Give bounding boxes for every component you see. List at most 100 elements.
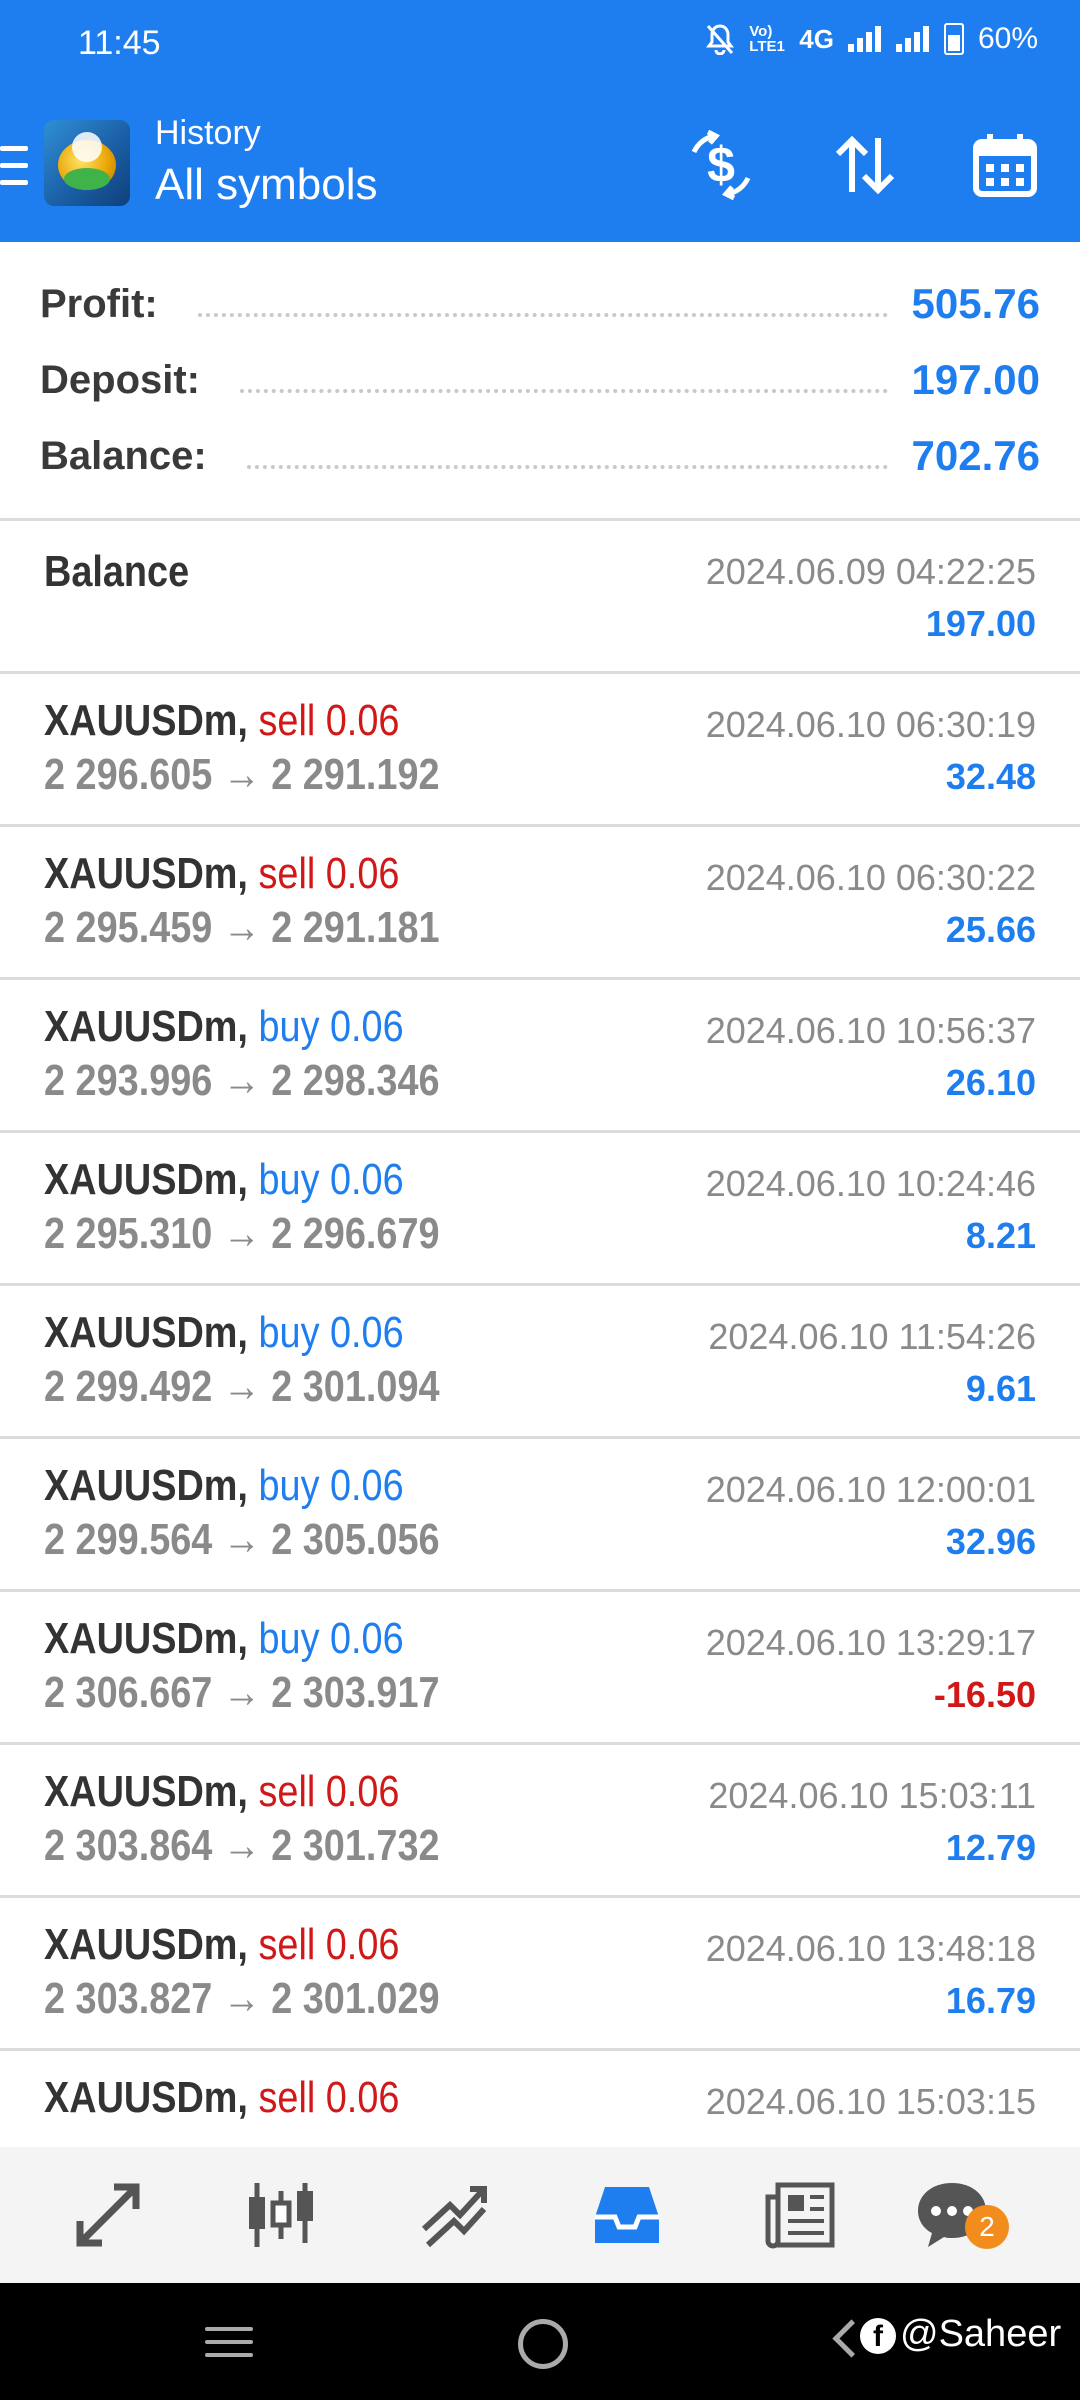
trade-row[interactable]: XAUUSDm, buy 0.06 2 295.310 → 2 296.679 … bbox=[0, 1133, 1080, 1286]
trade-symbol: XAUUSDm, bbox=[44, 2073, 248, 2122]
svg-text:$: $ bbox=[707, 137, 735, 193]
symbol-filter-title[interactable]: All symbols bbox=[155, 160, 378, 210]
trade-profit: 16.79 bbox=[945, 1980, 1036, 2021]
chart-icon[interactable] bbox=[243, 2177, 319, 2253]
system-navigation-bar: f @Saheer bbox=[0, 2283, 1080, 2400]
dollar-exchange-icon[interactable]: $ bbox=[686, 130, 756, 200]
trade-datetime: 2024.06.10 15:03:15 bbox=[705, 2081, 1036, 2122]
page-subtitle: History bbox=[155, 114, 261, 152]
trade-icon[interactable] bbox=[416, 2177, 492, 2253]
deposit-label: Deposit: bbox=[40, 357, 200, 402]
quotes-icon[interactable] bbox=[70, 2177, 146, 2253]
trade-row[interactable]: XAUUSDm, buy 0.06 2 299.492 → 2 301.094 … bbox=[0, 1286, 1080, 1439]
trade-row[interactable]: XAUUSDm, sell 0.06 2 295.459 → 2 291.181… bbox=[0, 827, 1080, 980]
trade-type: buy 0.06 bbox=[258, 1002, 404, 1051]
trade-datetime: 2024.06.10 10:24:46 bbox=[705, 1163, 1036, 1204]
balance-value: 702.76 bbox=[911, 432, 1040, 479]
trade-type: sell 0.06 bbox=[258, 1920, 400, 1969]
history-icon[interactable] bbox=[589, 2177, 665, 2253]
trade-type: buy 0.06 bbox=[258, 1461, 404, 1510]
trade-prices: 2 293.996 → 2 298.346 bbox=[44, 1056, 440, 1105]
leader-dots bbox=[240, 389, 888, 393]
trade-symbol: XAUUSDm, bbox=[44, 1920, 248, 1969]
trade-profit: 32.96 bbox=[945, 1521, 1036, 1562]
leader-dots bbox=[246, 465, 888, 469]
trade-prices: 2 303.827 → 2 301.029 bbox=[44, 1974, 440, 2023]
trade-prices: 2 303.864 → 2 301.732 bbox=[44, 1821, 440, 1870]
trade-row[interactable]: XAUUSDm, buy 0.06 2 299.564 → 2 305.056 … bbox=[0, 1439, 1080, 1592]
home-icon[interactable] bbox=[518, 2319, 568, 2369]
watermark-text: @Saheer bbox=[900, 2313, 1062, 2355]
trade-datetime: 2024.06.10 12:00:01 bbox=[705, 1469, 1036, 1510]
watermark: f @Saheer bbox=[860, 2313, 1061, 2356]
network-type: 4G bbox=[799, 23, 834, 54]
account-summary: Profit: 505.76 Deposit: 197.00 Balance: … bbox=[0, 242, 1080, 518]
trade-symbol: XAUUSDm, bbox=[44, 696, 248, 745]
calendar-icon[interactable] bbox=[970, 130, 1040, 200]
profit-value: 505.76 bbox=[911, 280, 1040, 327]
trade-symbol: XAUUSDm, bbox=[44, 1308, 248, 1357]
trade-profit: 8.21 bbox=[965, 1215, 1036, 1256]
trade-datetime: 2024.06.10 06:30:22 bbox=[705, 857, 1036, 898]
trade-type: sell 0.06 bbox=[258, 849, 400, 898]
balance-label: Balance: bbox=[40, 433, 207, 478]
deposit-value: 197.00 bbox=[911, 356, 1040, 403]
mute-bell-icon bbox=[706, 24, 735, 55]
battery-level: 60% bbox=[977, 22, 1038, 55]
trade-profit: 12.79 bbox=[945, 1827, 1036, 1868]
entry-datetime: 2024.06.09 04:22:25 bbox=[705, 551, 1036, 592]
app-bar: History All symbols $ bbox=[0, 90, 1080, 242]
trade-prices: 2 299.492 → 2 301.094 bbox=[44, 1362, 440, 1411]
trade-datetime: 2024.06.10 10:56:37 bbox=[705, 1010, 1036, 1051]
trade-profit: 9.61 bbox=[965, 1368, 1036, 1409]
trade-datetime: 2024.06.10 15:03:11 bbox=[708, 1775, 1036, 1816]
trade-prices: 2 306.667 → 2 303.917 bbox=[44, 1668, 440, 1717]
status-icons: Vo) LTE1 4G 60% bbox=[705, 22, 1038, 56]
deposit-row: Deposit: 197.00 bbox=[40, 350, 1040, 410]
leader-dots bbox=[197, 313, 888, 317]
trade-row[interactable]: XAUUSDm, buy 0.06 2 293.996 → 2 298.346 … bbox=[0, 980, 1080, 1133]
trade-type: sell 0.06 bbox=[258, 1767, 400, 1816]
recent-apps-icon[interactable] bbox=[205, 2327, 253, 2357]
trade-prices: 2 299.564 → 2 305.056 bbox=[44, 1515, 440, 1564]
trade-row[interactable]: XAUUSDm, buy 0.06 2 306.667 → 2 303.917 … bbox=[0, 1592, 1080, 1745]
trade-type: buy 0.06 bbox=[258, 1614, 404, 1663]
trade-profit: -16.50 bbox=[933, 1674, 1036, 1715]
trade-type: buy 0.06 bbox=[258, 1308, 404, 1357]
trade-row[interactable]: XAUUSDm, sell 0.06 2 296.605 → 2 291.192… bbox=[0, 674, 1080, 827]
sort-icon[interactable] bbox=[830, 130, 900, 200]
trade-datetime: 2024.06.10 13:29:17 bbox=[705, 1622, 1036, 1663]
signal-icon-2 bbox=[895, 26, 930, 52]
entry-amount: 197.00 bbox=[925, 603, 1036, 644]
balance-entry-label: Balance bbox=[44, 547, 190, 596]
news-icon[interactable] bbox=[762, 2177, 838, 2253]
trade-prices: 2 295.459 → 2 291.181 bbox=[44, 903, 440, 952]
trade-row[interactable]: XAUUSDm, sell 0.06 2 303.827 → 2 301.029… bbox=[0, 1898, 1080, 2051]
trade-profit: 32.48 bbox=[945, 756, 1036, 797]
trade-symbol: XAUUSDm, bbox=[44, 1614, 248, 1663]
trade-datetime: 2024.06.10 13:48:18 bbox=[705, 1928, 1036, 1969]
trade-symbol: XAUUSDm, bbox=[44, 1002, 248, 1051]
chat-badge: 2 bbox=[965, 2205, 1009, 2249]
trade-type: buy 0.06 bbox=[258, 1155, 404, 1204]
trade-type: sell 0.06 bbox=[258, 696, 400, 745]
trade-symbol: XAUUSDm, bbox=[44, 1155, 248, 1204]
metatrader-logo-icon bbox=[44, 120, 130, 206]
trade-row[interactable]: XAUUSDm, sell 0.06 2024.06.10 15:03:15 bbox=[0, 2051, 1080, 2151]
history-list[interactable]: Balance 2024.06.09 04:22:25 197.00 XAUUS… bbox=[0, 521, 1080, 2151]
status-bar: 11:45 Vo) LTE1 4G 60% bbox=[0, 0, 1080, 90]
volte-indicator: Vo) LTE1 bbox=[749, 23, 785, 55]
bottom-navigation: 2 bbox=[0, 2147, 1080, 2283]
balance-row: Balance: 702.76 bbox=[40, 426, 1040, 486]
battery-icon bbox=[943, 23, 964, 55]
trade-datetime: 2024.06.10 11:54:26 bbox=[708, 1316, 1036, 1357]
trade-row[interactable]: XAUUSDm, sell 0.06 2 303.864 → 2 301.732… bbox=[0, 1745, 1080, 1898]
hamburger-menu-icon[interactable] bbox=[0, 146, 28, 186]
trade-prices: 2 295.310 → 2 296.679 bbox=[44, 1209, 440, 1258]
balance-entry[interactable]: Balance 2024.06.09 04:22:25 197.00 bbox=[0, 521, 1080, 674]
facebook-icon: f bbox=[860, 2317, 896, 2354]
trade-type: sell 0.06 bbox=[258, 2073, 400, 2122]
signal-icon bbox=[847, 26, 882, 52]
trade-symbol: XAUUSDm, bbox=[44, 849, 248, 898]
trade-prices: 2 296.605 → 2 291.192 bbox=[44, 750, 440, 799]
